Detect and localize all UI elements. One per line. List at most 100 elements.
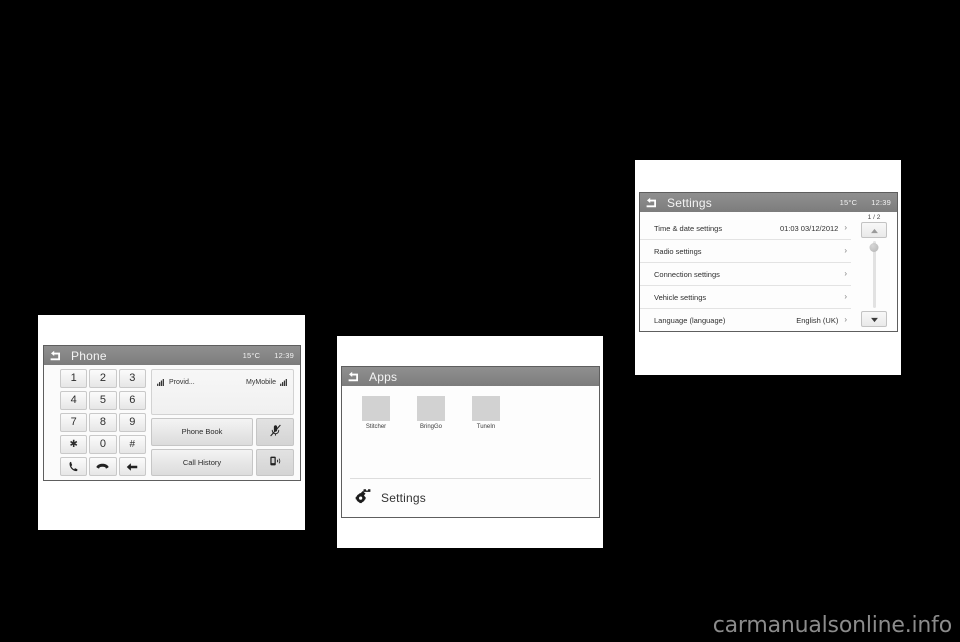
keypad-row: 4 5 6 [60,391,146,410]
app-tile-icon [417,396,445,421]
apps-screen: Apps Stitcher BringGo TuneIn Settings [341,366,600,518]
chevron-up-icon [870,221,879,239]
key-hash[interactable]: # [118,435,146,454]
settings-row-label: Time & date settings [654,223,723,233]
key-7[interactable]: 7 [60,413,88,432]
page-title: Phone [71,348,107,363]
key-9[interactable]: 9 [118,413,146,432]
key-asterisk[interactable]: ✱ [60,435,88,454]
phone-speaker-icon [268,455,282,469]
back-arrow-icon[interactable] [645,197,658,208]
call-button[interactable] [60,457,88,476]
settings-row-vehicle[interactable]: Vehicle settings › [640,286,851,309]
chevron-right-icon: › [844,269,847,278]
device-name: MyMobile [246,378,276,386]
temperature-readout: 15°C [242,351,261,360]
key-8[interactable]: 8 [89,413,117,432]
provider-status: Provid... [157,373,195,391]
settings-row-label: Radio settings [654,246,702,256]
page-title: Settings [667,195,712,210]
apps-body: Stitcher BringGo TuneIn Settings [342,386,599,517]
settings-row-label: Connection settings [654,269,720,279]
key-6[interactable]: 6 [118,391,146,410]
phone-body: 1 2 3 4 5 6 7 8 9 ✱ 0 # Provid... MyMobi… [44,365,300,480]
apps-titlebar: Apps [342,367,599,386]
apps-settings-item[interactable]: Settings [342,479,599,517]
phone-right-column: Provid... MyMobile Phone Book Call Histo… [151,369,296,476]
app-label: TuneIn [476,424,496,430]
device-status: MyMobile [246,373,288,391]
phone-titlebar: Phone 15°C 12:39 [44,346,300,365]
dial-keypad: 1 2 3 4 5 6 7 8 9 ✱ 0 # [48,369,146,476]
keypad-row: ✱ 0 # [60,435,146,454]
settings-titlebar: Settings 15°C 12:39 [640,193,897,212]
scroll-up-button[interactable] [861,222,887,238]
clock-readout: 12:39 [274,351,294,360]
settings-screen: Settings 15°C 12:39 Time & date settings… [639,192,898,332]
chevron-down-icon [870,310,879,328]
app-label: Stitcher [365,424,387,430]
settings-figure-plate: Settings 15°C 12:39 Time & date settings… [635,160,901,375]
chevron-right-icon: › [844,315,847,324]
apps-figure-plate: Apps Stitcher BringGo TuneIn Settings [337,336,603,548]
app-label: BringGo [419,424,442,430]
app-tile-icon [362,396,390,421]
settings-row-connection[interactable]: Connection settings › [640,263,851,286]
app-item-bringgo[interactable]: BringGo [415,396,447,430]
settings-list: Time & date settings 01:03 03/12/2012 › … [640,212,851,331]
settings-row-value: 01:03 03/12/2012 [779,223,839,233]
signal-bars-icon [280,373,288,391]
keypad-row: 1 2 3 [60,369,146,388]
provider-name: Provid... [169,378,195,386]
app-item-stitcher[interactable]: Stitcher [360,396,392,430]
key-3[interactable]: 3 [118,369,146,388]
apps-settings-label: Settings [381,491,426,505]
page-title: Apps [369,369,398,384]
scroll-thumb[interactable] [869,243,879,252]
gear-wrench-icon [355,488,372,509]
phone-screen: Phone 15°C 12:39 1 2 3 4 5 6 7 8 9 ✱ 0 #… [43,345,301,481]
phone-buttons: Phone Book Call History [151,418,294,476]
signal-bars-icon [157,373,165,391]
key-4[interactable]: 4 [60,391,88,410]
back-arrow-icon[interactable] [347,371,360,382]
chevron-right-icon: › [844,292,847,301]
keypad-row: 7 8 9 [60,413,146,432]
settings-scrollbar[interactable]: 1 / 2 [851,212,897,331]
settings-row-language[interactable]: Language (language) English (UK) › [640,309,851,331]
settings-row-radio[interactable]: Radio settings › [640,240,851,263]
handset-speaker-button[interactable] [256,448,294,476]
temperature-readout: 15°C [839,198,858,207]
site-watermark: carmanualsonline.info [712,613,952,638]
app-item-tunein[interactable]: TuneIn [470,396,502,430]
key-2[interactable]: 2 [89,369,117,388]
apps-grid: Stitcher BringGo TuneIn [342,386,599,478]
phone-book-button[interactable]: Phone Book [151,418,253,446]
settings-row-label: Vehicle settings [654,292,707,302]
key-1[interactable]: 1 [60,369,88,388]
clock-readout: 12:39 [871,198,891,207]
back-arrow-icon[interactable] [49,350,62,361]
chevron-right-icon: › [844,223,847,232]
key-5[interactable]: 5 [89,391,117,410]
scroll-track[interactable] [869,241,879,308]
settings-body: Time & date settings 01:03 03/12/2012 › … [640,212,897,331]
settings-row-value: English (UK) [796,315,839,325]
chevron-right-icon: › [844,246,847,255]
call-status-panel: Provid... MyMobile [151,369,294,415]
mute-microphone-button[interactable] [256,418,294,446]
figure-canvas: Phone 15°C 12:39 1 2 3 4 5 6 7 8 9 ✱ 0 #… [0,0,960,642]
backspace-arrow-icon [126,462,138,472]
phone-side-buttons [256,418,294,476]
call-history-button[interactable]: Call History [151,448,253,476]
app-tile-icon [472,396,500,421]
keypad-action-row [60,457,146,476]
settings-row-label: Language (language) [654,315,726,325]
backspace-button[interactable] [118,457,146,476]
microphone-muted-icon [269,424,282,439]
settings-row-time-date[interactable]: Time & date settings 01:03 03/12/2012 › [640,217,851,240]
scroll-down-button[interactable] [861,311,887,327]
phone-hangup-icon [96,462,110,471]
key-0[interactable]: 0 [89,435,117,454]
end-call-button[interactable] [89,457,117,476]
